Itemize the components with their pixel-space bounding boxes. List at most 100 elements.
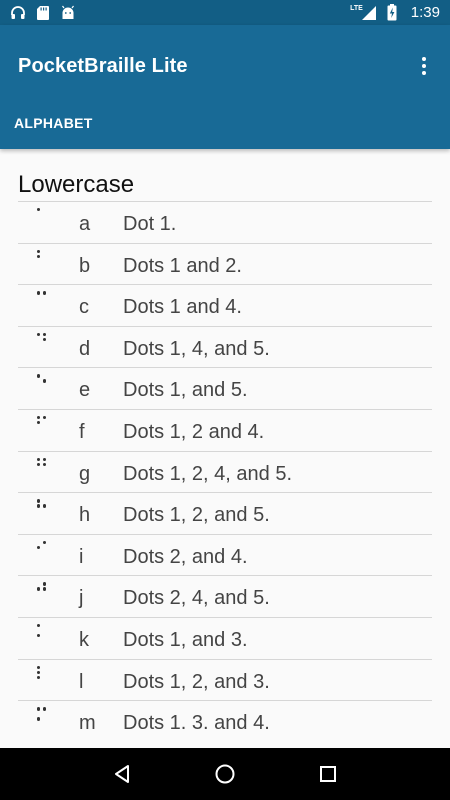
- sd-card-icon: [36, 5, 50, 21]
- letter-label: f: [79, 420, 85, 443]
- dot-description: Dot 1.: [123, 213, 177, 235]
- braille-dot: [37, 623, 41, 628]
- braille-cell-icon: [37, 249, 49, 266]
- letter-label: d: [79, 337, 91, 360]
- status-bar: LTE 1:39: [0, 0, 450, 25]
- braille-dot: [37, 462, 41, 466]
- list-item[interactable]: a Dot 1.: [18, 201, 432, 243]
- braille-dot: [37, 499, 41, 503]
- braille-dot: [37, 291, 41, 295]
- braille-cell-icon: [37, 208, 49, 224]
- letter-label: g: [79, 462, 91, 485]
- braille-dot: [37, 415, 41, 420]
- headset-icon: [10, 5, 26, 21]
- braille-cell-icon: [37, 499, 49, 515]
- content-area: Lowercase a Dot 1. b Dots 1 and 2. c Dots 1 a…: [0, 149, 450, 748]
- dot-description: Dots 1 and 2.: [123, 254, 242, 277]
- list-item[interactable]: i Dots 2, and 4.: [18, 533, 432, 576]
- braille-cell-icon: [37, 332, 49, 349]
- braille-dot: [37, 587, 41, 591]
- letter-label: m: [79, 712, 96, 735]
- dot-description: Dots 1, 2, and 3.: [123, 670, 270, 693]
- app-title: PocketBraille Lite: [18, 55, 188, 77]
- letter-label: e: [79, 379, 91, 402]
- list-item[interactable]: c Dots 1 and 4.: [18, 284, 432, 326]
- braille-dot: [37, 254, 41, 258]
- braille-cell-icon: [37, 291, 49, 307]
- list-item[interactable]: g Dots 1, 2, 4, and 5.: [18, 450, 432, 493]
- braille-list: a Dot 1. b Dots 1 and 2. c Dots 1 and 4. d Dots…: [18, 201, 432, 742]
- dot-description: Dots 1, 4, and 5.: [123, 337, 270, 360]
- braille-dot: [37, 665, 41, 669]
- braille-cell-icon: [37, 665, 49, 682]
- braille-dot: [42, 707, 46, 711]
- dot-description: Dots 1, 2, and 5.: [123, 504, 270, 527]
- dot-description: Dots 2, 4, and 5.: [123, 587, 270, 610]
- tab-alphabet[interactable]: ALPHABET: [14, 115, 93, 131]
- network-label: LTE: [350, 5, 363, 12]
- braille-dot: [37, 670, 41, 674]
- braille-dot: [37, 332, 41, 337]
- list-item[interactable]: l Dots 1, 2, and 3.: [18, 658, 432, 701]
- braille-dot: [42, 587, 46, 591]
- home-icon[interactable]: [213, 762, 237, 786]
- dot-description: Dots 1. 3. and 4.: [123, 712, 270, 735]
- list-item[interactable]: m Dots 1. 3. and 4.: [18, 700, 432, 742]
- braille-dot: [37, 717, 41, 721]
- dot-description: Dots 1, and 3.: [123, 628, 248, 651]
- letter-label: l: [79, 670, 84, 693]
- list-item[interactable]: d Dots 1, 4, and 5.: [18, 325, 432, 368]
- letter-label: c: [79, 296, 89, 319]
- list-item[interactable]: j Dots 2, 4, and 5.: [18, 575, 432, 617]
- overflow-menu-icon[interactable]: [412, 53, 436, 79]
- braille-cell-icon: [37, 374, 49, 390]
- braille-dot: [37, 633, 41, 638]
- letter-label: j: [79, 587, 84, 610]
- braille-cell-icon: [37, 707, 49, 723]
- braille-dot: [37, 504, 41, 508]
- braille-dot: [37, 545, 41, 550]
- dot-description: Dots 1, 2, 4, and 5.: [123, 462, 292, 485]
- braille-dot: [42, 540, 46, 545]
- dot-description: Dots 2, and 4.: [123, 545, 248, 568]
- braille-dot: [37, 208, 41, 212]
- list-item[interactable]: f Dots 1, 2 and 4.: [18, 408, 432, 451]
- braille-dot: [42, 379, 46, 383]
- letter-label: k: [79, 628, 89, 651]
- signal-icon: LTE: [350, 5, 377, 21]
- list-item[interactable]: e Dots 1, and 5.: [18, 367, 432, 409]
- navigation-bar: [0, 748, 450, 800]
- braille-dot: [42, 291, 46, 295]
- letter-label: i: [79, 545, 84, 568]
- section-title: Lowercase: [18, 171, 135, 198]
- dot-description: Dots 1, and 5.: [123, 379, 248, 402]
- braille-dot: [37, 420, 41, 425]
- list-item[interactable]: h Dots 1, 2, and 5.: [18, 492, 432, 534]
- braille-dot: [37, 457, 41, 461]
- app-bar: PocketBraille Lite ALPHABET: [0, 25, 450, 149]
- status-time: 1:39: [410, 4, 440, 21]
- letter-label: b: [79, 254, 91, 277]
- braille-cell-icon: [37, 540, 49, 557]
- letter-label: h: [79, 504, 91, 527]
- status-left-icons: [10, 5, 76, 21]
- list-item[interactable]: k Dots 1, and 3.: [18, 616, 432, 659]
- dot-description: Dots 1 and 4.: [123, 296, 242, 319]
- braille-dot: [37, 707, 41, 711]
- braille-dot: [42, 504, 46, 508]
- recents-icon[interactable]: [316, 762, 340, 786]
- android-icon: [60, 5, 76, 21]
- back-icon[interactable]: [110, 762, 134, 786]
- braille-cell-icon: [37, 457, 49, 474]
- status-right-icons: LTE 1:39: [350, 4, 440, 21]
- braille-dot: [42, 332, 46, 337]
- braille-dot: [42, 457, 46, 461]
- battery-charging-icon: [387, 4, 397, 21]
- braille-dot: [42, 337, 46, 342]
- braille-dot: [42, 462, 46, 466]
- braille-cell-icon: [37, 623, 49, 640]
- braille-dot: [37, 249, 41, 253]
- list-item[interactable]: b Dots 1 and 2.: [18, 242, 432, 285]
- braille-dot: [42, 415, 46, 420]
- braille-cell-icon: [37, 415, 49, 432]
